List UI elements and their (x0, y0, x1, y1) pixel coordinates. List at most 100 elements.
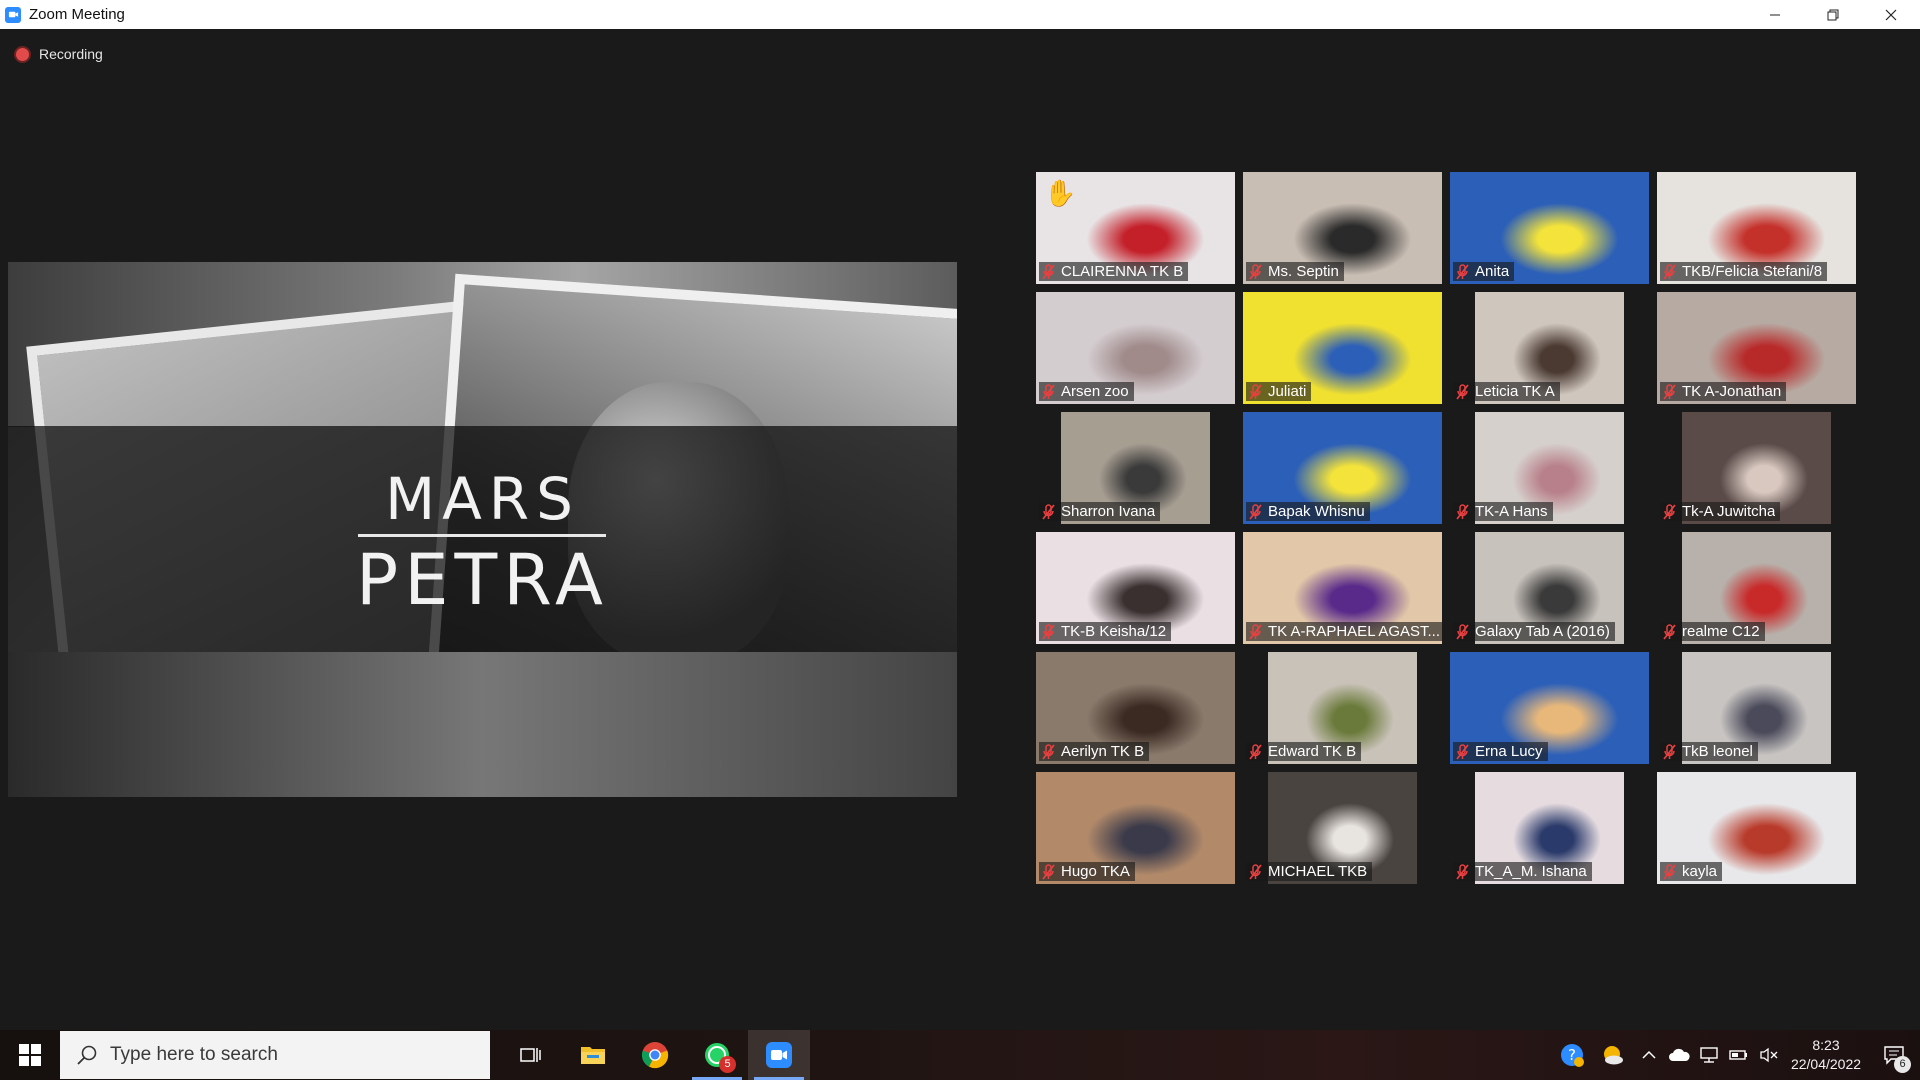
raised-hand-icon: ✋ (1044, 178, 1077, 208)
mic-muted-icon (1249, 743, 1262, 760)
participant-name-label: TkB leonel (1660, 742, 1758, 761)
mic-muted-icon (1042, 623, 1055, 640)
participant-name-label: TK A-RAPHAEL AGAST... (1246, 622, 1442, 641)
volume-tray-button[interactable] (1754, 1030, 1784, 1080)
participant-name-label: TK-A Hans (1453, 502, 1553, 521)
task-view-icon (520, 1048, 541, 1062)
onedrive-tray-button[interactable] (1664, 1030, 1694, 1080)
participant-tile[interactable]: Leticia TK A (1450, 292, 1649, 404)
chrome-icon (641, 1042, 669, 1069)
taskbar-search-box[interactable]: Type here to search (60, 1031, 490, 1079)
participant-gallery: ✋ CLAIRENNA TK B Ms. Septin Anita TKB/Felici… (1036, 172, 1860, 884)
participant-name: Sharron Ivana (1061, 503, 1156, 520)
file-explorer-button[interactable] (562, 1030, 624, 1080)
participant-name: CLAIRENNA TK B (1061, 263, 1184, 280)
participant-tile[interactable]: TK-A Hans (1450, 412, 1649, 524)
mic-muted-icon (1663, 503, 1676, 520)
participant-tile[interactable]: TK_A_M. Ishana (1450, 772, 1649, 884)
start-button[interactable] (0, 1030, 60, 1080)
participant-name-label: Erna Lucy (1453, 742, 1548, 761)
participant-tile[interactable]: Tk-A Juwitcha (1657, 412, 1856, 524)
participant-name: Leticia TK A (1475, 383, 1555, 400)
participant-name: TK-A Hans (1475, 503, 1548, 520)
participant-name-label: Tk-A Juwitcha (1660, 502, 1781, 521)
clock-date: 22/04/2022 (1790, 1056, 1862, 1072)
mic-muted-icon (1249, 623, 1262, 640)
participant-tile[interactable]: Erna Lucy (1450, 652, 1649, 764)
participant-name: realme C12 (1682, 623, 1760, 640)
participant-tile[interactable]: TK A-Jonathan (1657, 292, 1856, 404)
mic-muted-icon (1249, 383, 1262, 400)
search-icon (77, 1045, 97, 1065)
window-titlebar: Zoom Meeting (0, 0, 1920, 29)
mic-muted-icon (1042, 863, 1055, 880)
zoom-taskbar-button[interactable] (748, 1030, 810, 1080)
participant-tile[interactable]: realme C12 (1657, 532, 1856, 644)
participant-tile[interactable]: Sharron Ivana (1036, 412, 1235, 524)
windows-logo-icon (19, 1044, 41, 1066)
mic-muted-icon (1663, 623, 1676, 640)
participant-tile[interactable]: Juliati (1243, 292, 1442, 404)
participant-tile[interactable]: Anita (1450, 172, 1649, 284)
shared-screen-video[interactable]: MARS PETRA (8, 262, 957, 797)
whatsapp-unread-badge: 5 (719, 1056, 736, 1073)
network-tray-button[interactable] (1694, 1030, 1724, 1080)
mic-muted-icon (1663, 743, 1676, 760)
participant-tile[interactable]: ✋ CLAIRENNA TK B (1036, 172, 1235, 284)
participant-name: TK A-RAPHAEL AGAST... (1268, 623, 1441, 640)
folder-icon (581, 1047, 605, 1064)
participant-tile[interactable]: Ms. Septin (1243, 172, 1442, 284)
participant-tile[interactable]: TK A-RAPHAEL AGAST... (1243, 532, 1442, 644)
show-hidden-icons-button[interactable] (1634, 1030, 1664, 1080)
participant-tile[interactable]: Edward TK B (1243, 652, 1442, 764)
zoom-app-icon (5, 6, 21, 23)
participant-name-label: kayla (1660, 862, 1723, 881)
minimize-button[interactable] (1746, 0, 1804, 29)
restore-icon (1827, 9, 1839, 20)
mic-muted-icon (1456, 743, 1469, 760)
participant-tile[interactable]: Aerilyn TK B (1036, 652, 1235, 764)
participant-tile[interactable]: Bapak Whisnu (1243, 412, 1442, 524)
recording-indicator[interactable]: Recording (16, 46, 103, 62)
restore-button[interactable] (1804, 0, 1862, 29)
participant-tile[interactable]: kayla (1657, 772, 1856, 884)
participant-name-label: Sharron Ivana (1039, 502, 1161, 521)
help-tray-button[interactable]: ? (1552, 1030, 1592, 1080)
participant-name: TKB/Felicia Stefani/8 (1682, 263, 1823, 280)
close-icon (1885, 9, 1897, 20)
mic-muted-icon (1456, 383, 1469, 400)
participant-name: Hugo TKA (1061, 863, 1130, 880)
participant-tile[interactable]: Galaxy Tab A (2016) (1450, 532, 1649, 644)
whatsapp-button[interactable]: 5 (686, 1030, 748, 1080)
participant-tile[interactable]: TKB/Felicia Stefani/8 (1657, 172, 1856, 284)
zoom-icon (766, 1042, 792, 1068)
participant-name-label: Hugo TKA (1039, 862, 1135, 881)
participant-tile[interactable]: Hugo TKA (1036, 772, 1235, 884)
participant-name: Anita (1475, 263, 1510, 280)
mic-muted-icon (1456, 263, 1469, 280)
participant-name: kayla (1682, 863, 1718, 880)
participant-name-label: TKB/Felicia Stefani/8 (1660, 262, 1828, 281)
task-view-button[interactable] (500, 1030, 562, 1080)
battery-tray-button[interactable] (1724, 1030, 1754, 1080)
window-title: Zoom Meeting (29, 6, 125, 23)
participant-tile[interactable]: MICHAEL TKB (1243, 772, 1442, 884)
participant-name: TkB leonel (1682, 743, 1753, 760)
weather-sun-cloud-icon (1604, 1046, 1623, 1065)
taskbar-clock[interactable]: 8:23 22/04/2022 (1784, 1036, 1868, 1074)
participant-name: Tk-A Juwitcha (1682, 503, 1776, 520)
participant-tile[interactable]: TK-B Keisha/12 (1036, 532, 1235, 644)
notification-center-button[interactable]: 6 (1868, 1030, 1920, 1080)
mic-muted-icon (1042, 503, 1055, 520)
chrome-button[interactable] (624, 1030, 686, 1080)
mic-muted-icon (1042, 263, 1055, 280)
participant-tile[interactable]: TkB leonel (1657, 652, 1856, 764)
minimize-icon (1770, 14, 1780, 15)
participant-tile[interactable]: Arsen zoo (1036, 292, 1235, 404)
clock-time: 8:23 (1812, 1037, 1840, 1053)
participant-name-label: realme C12 (1660, 622, 1765, 641)
mic-muted-icon (1663, 863, 1676, 880)
weather-tray-button[interactable] (1592, 1030, 1634, 1080)
close-button[interactable] (1862, 0, 1920, 29)
mic-muted-icon (1456, 863, 1469, 880)
